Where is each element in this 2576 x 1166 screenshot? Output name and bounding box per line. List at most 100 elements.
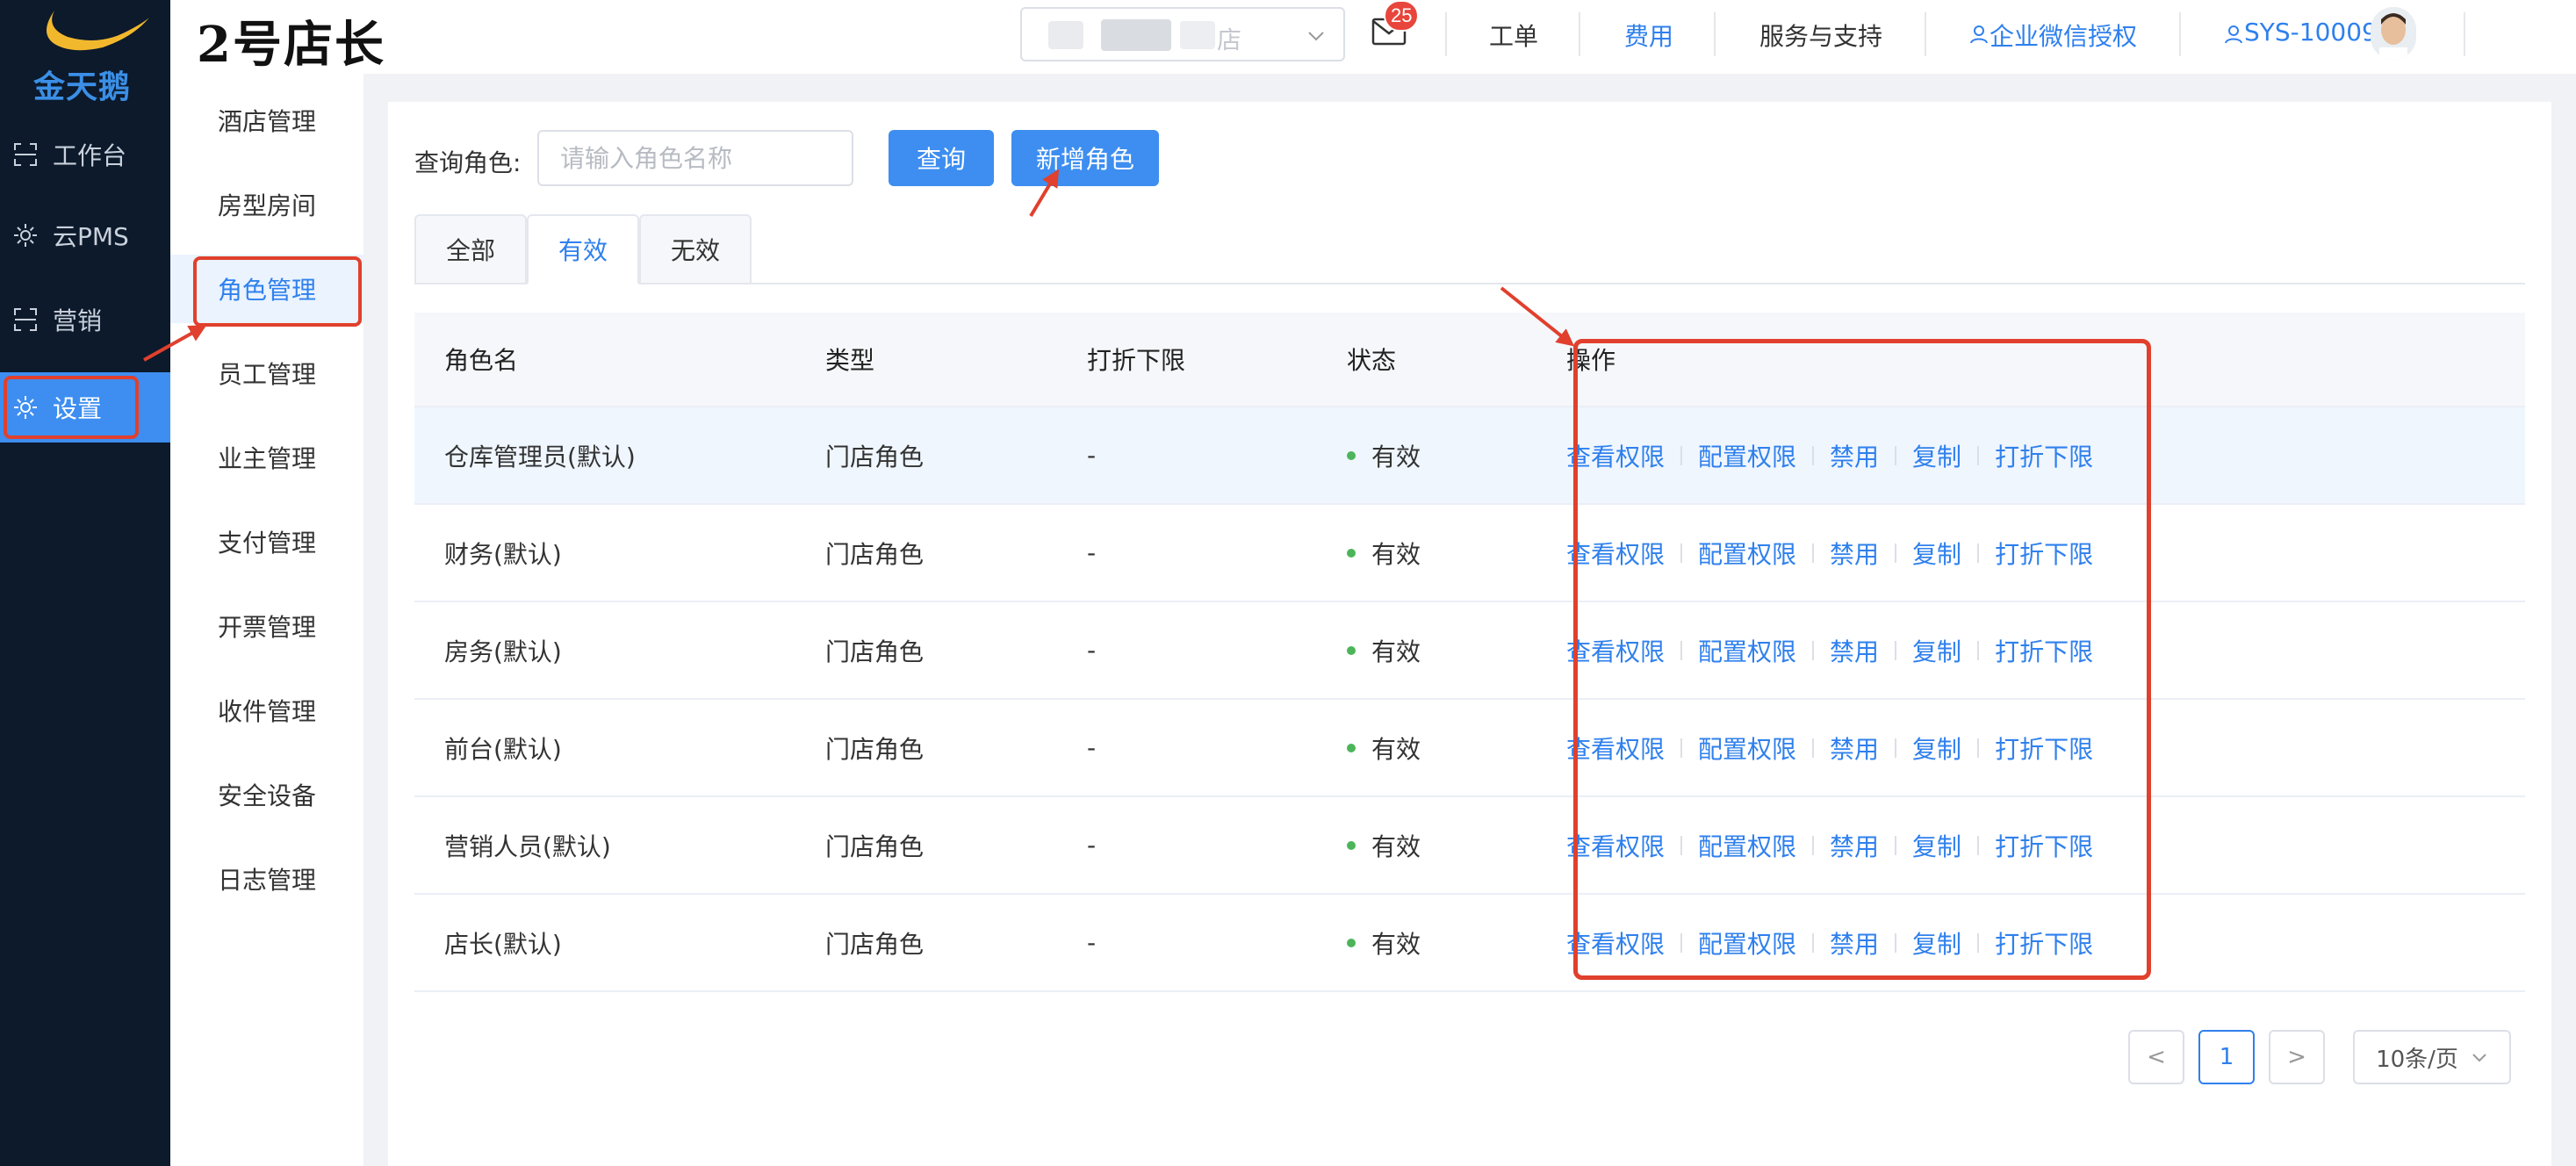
status-dot-icon xyxy=(1347,450,1356,460)
table-header: 角色名 类型 打折下限 状态 操作 xyxy=(414,313,2525,407)
status-cell: 有效 xyxy=(1347,438,1566,473)
next-page-button[interactable]: > xyxy=(2269,1030,2325,1084)
status-cell: 有效 xyxy=(1347,633,1566,668)
page-size-label: 10条/页 xyxy=(2376,1046,2458,1073)
brand-title: 2号店长 xyxy=(197,16,385,74)
mail-count-badge: 25 xyxy=(1384,0,1420,32)
role-type-cell: 门店角色 xyxy=(825,442,925,471)
avatar-face-icon xyxy=(2371,7,2416,60)
role-type-cell: 门店角色 xyxy=(825,539,925,569)
gear-icon xyxy=(14,224,37,247)
store-name-redacted xyxy=(1180,21,1215,49)
status-dot-icon xyxy=(1347,743,1356,752)
top-header: 2号店长 店 25 工单 费用 服务与支持 企业微信授权 SYS-10009 xyxy=(170,0,2576,74)
annotation-highlight-actions xyxy=(1573,339,2151,980)
tab-invalid[interactable]: 无效 xyxy=(639,214,752,284)
page-number-button[interactable]: 1 xyxy=(2198,1030,2255,1084)
sidebar-item-workbench[interactable]: 工作台 xyxy=(0,119,170,190)
wechat-auth-link[interactable]: 企业微信授权 xyxy=(1990,18,2137,53)
table-row: 店长(默认) 门店角色 - 有效 查看权限 配置权限 禁用 复制 打折下限 xyxy=(414,895,2525,992)
role-name-cell: 前台(默认) xyxy=(444,734,562,764)
main-sidebar: 金天鹅 工作台 云PMS 营销 设置 xyxy=(0,0,170,1166)
store-name-redacted xyxy=(1101,19,1171,51)
store-select[interactable]: 店 xyxy=(1020,7,1345,61)
chevron-down-icon xyxy=(1308,32,1324,41)
submenu-item-payments[interactable]: 支付管理 xyxy=(170,507,363,576)
table-row: 房务(默认) 门店角色 - 有效 查看权限 配置权限 禁用 复制 打折下限 xyxy=(414,602,2525,700)
column-header-discount: 打折下限 xyxy=(1087,346,1186,375)
role-type-cell: 门店角色 xyxy=(825,637,925,666)
status-text: 有效 xyxy=(1371,539,1421,569)
discount-cell: - xyxy=(1087,441,1097,470)
sidebar-item-marketing[interactable]: 营销 xyxy=(0,284,170,355)
tab-all[interactable]: 全部 xyxy=(414,214,528,284)
store-name-suffix: 店 xyxy=(1217,26,1242,54)
user-icon xyxy=(1970,25,1988,44)
submenu-item-deliveries[interactable]: 收件管理 xyxy=(170,676,363,745)
tab-valid[interactable]: 有效 xyxy=(527,214,640,284)
status-cell: 有效 xyxy=(1347,828,1566,863)
add-role-button[interactable]: 新增角色 xyxy=(1011,130,1159,186)
query-role-label: 查询角色: xyxy=(414,148,522,177)
status-text: 有效 xyxy=(1371,929,1421,959)
header-divider xyxy=(1579,12,1580,56)
role-type-cell: 门店角色 xyxy=(825,734,925,764)
settings-submenu: 酒店管理 房型房间 角色管理 员工管理 业主管理 支付管理 开票管理 收件管理 … xyxy=(170,74,363,1166)
role-type-cell: 门店角色 xyxy=(825,831,925,861)
status-dot-icon xyxy=(1347,840,1356,850)
status-text: 有效 xyxy=(1371,442,1421,471)
status-dot-icon xyxy=(1347,645,1356,655)
user-icon xyxy=(2225,25,2242,44)
avatar[interactable] xyxy=(2371,7,2416,60)
sidebar-item-settings[interactable]: 设置 xyxy=(0,372,170,443)
discount-cell: - xyxy=(1087,538,1097,567)
sidebar-item-label: 营销 xyxy=(53,306,103,335)
role-name-cell: 房务(默认) xyxy=(444,637,562,666)
column-header-name: 角色名 xyxy=(444,346,519,375)
submenu-item-room-types[interactable]: 房型房间 xyxy=(170,170,363,239)
user-account-link[interactable]: SYS-10009 xyxy=(2244,18,2378,47)
header-divider xyxy=(1925,12,1926,56)
content-gutter xyxy=(363,74,388,1166)
ticket-link[interactable]: 工单 xyxy=(1489,18,1538,53)
prev-page-button[interactable]: < xyxy=(2128,1030,2184,1084)
status-text: 有效 xyxy=(1371,637,1421,666)
status-cell: 有效 xyxy=(1347,536,1566,571)
status-text: 有效 xyxy=(1371,831,1421,861)
header-divider xyxy=(1714,12,1716,56)
role-name-cell: 店长(默认) xyxy=(444,929,562,959)
marketing-icon xyxy=(14,308,37,331)
workbench-icon xyxy=(14,143,37,166)
submenu-item-invoices[interactable]: 开票管理 xyxy=(170,592,363,660)
role-name-cell: 仓库管理员(默认) xyxy=(444,442,636,471)
discount-cell: - xyxy=(1087,636,1097,665)
column-header-status: 状态 xyxy=(1347,346,1397,375)
submenu-item-roles[interactable]: 角色管理 xyxy=(170,255,363,327)
column-header-type: 类型 xyxy=(825,346,875,375)
header-divider xyxy=(1445,12,1447,56)
sidebar-item-cloud-pms[interactable]: 云PMS xyxy=(0,200,170,270)
logo-text: 金天鹅 xyxy=(33,69,132,105)
submenu-item-owners[interactable]: 业主管理 xyxy=(170,423,363,492)
role-name-cell: 营销人员(默认) xyxy=(444,831,611,861)
header-divider xyxy=(2464,12,2465,56)
service-support-link[interactable]: 服务与支持 xyxy=(1759,18,1882,53)
status-cell: 有效 xyxy=(1347,731,1566,766)
roles-table: 角色名 类型 打折下限 状态 操作 仓库管理员(默认) 门店角色 - 有效 查看… xyxy=(414,313,2525,992)
fees-link[interactable]: 费用 xyxy=(1624,18,1673,53)
submenu-item-staff[interactable]: 员工管理 xyxy=(170,339,363,407)
submenu-item-security-devices[interactable]: 安全设备 xyxy=(170,760,363,829)
role-management-panel: 查询角色: 查询 新增角色 全部 有效 无效 角色名 类型 打折下限 状态 操作… xyxy=(388,102,2551,1166)
table-row: 财务(默认) 门店角色 - 有效 查看权限 配置权限 禁用 复制 打折下限 xyxy=(414,505,2525,602)
store-name-redacted xyxy=(1048,21,1083,49)
chevron-down-icon xyxy=(2472,1054,2486,1062)
search-button[interactable]: 查询 xyxy=(889,130,994,186)
role-name-cell: 财务(默认) xyxy=(444,539,562,569)
page-size-select[interactable]: 10条/页 xyxy=(2353,1030,2511,1084)
sidebar-item-label: 云PMS xyxy=(53,222,129,251)
table-row: 营销人员(默认) 门店角色 - 有效 查看权限 配置权限 禁用 复制 打折下限 xyxy=(414,797,2525,895)
table-row: 仓库管理员(默认) 门店角色 - 有效 查看权限 配置权限 禁用 复制 打折下限 xyxy=(414,407,2525,505)
submenu-item-hotel[interactable]: 酒店管理 xyxy=(170,86,363,155)
submenu-item-logs[interactable]: 日志管理 xyxy=(170,845,363,913)
role-name-search-input[interactable] xyxy=(537,130,853,186)
